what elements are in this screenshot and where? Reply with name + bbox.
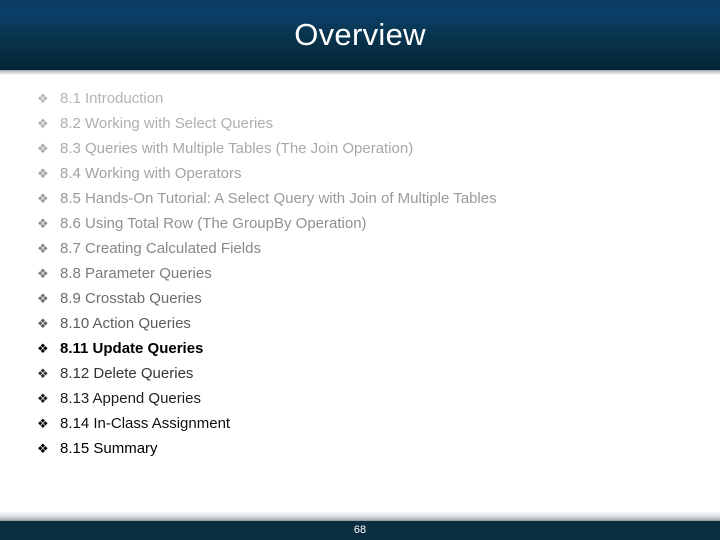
list-item-label: 8.3 Queries with Multiple Tables (The Jo… — [60, 140, 414, 157]
list-item-label: 8.15 Summary — [60, 440, 158, 457]
list-item-label: 8.10 Action Queries — [60, 315, 191, 332]
list-item-label: 8.9 Crosstab Queries — [60, 290, 202, 307]
list-item: ❖ 8.4 Working with Operators — [0, 161, 720, 186]
diamond-bullet-icon: ❖ — [37, 191, 49, 206]
slide-footer: 68 — [0, 521, 720, 540]
list-item-label: 8.6 Using Total Row (The GroupBy Operati… — [60, 215, 367, 232]
diamond-bullet-icon: ❖ — [37, 116, 49, 131]
list-item-label: 8.8 Parameter Queries — [60, 265, 212, 282]
list-item: ❖ 8.2 Working with Select Queries — [0, 111, 720, 136]
list-item-label: 8.11 Update Queries — [60, 340, 204, 357]
list-item-label: 8.12 Delete Queries — [60, 365, 194, 382]
list-item: ❖ 8.15 Summary — [0, 436, 720, 461]
diamond-bullet-icon: ❖ — [37, 216, 49, 231]
diamond-bullet-icon: ❖ — [37, 391, 49, 406]
list-item: ❖ 8.7 Creating Calculated Fields — [0, 236, 720, 261]
page-number: 68 — [353, 524, 367, 536]
slide-content: ❖ 8.1 Introduction ❖ 8.2 Working with Selec… — [0, 75, 720, 512]
list-item-label: 8.5 Hands-On Tutorial: A Select Query wi… — [60, 190, 497, 207]
list-item-label: 8.13 Append Queries — [60, 390, 201, 407]
list-item: ❖ 8.10 Action Queries — [0, 311, 720, 336]
list-item: ❖ 8.1 Introduction — [0, 86, 720, 111]
footer-divider — [0, 512, 720, 521]
list-item-label: 8.7 Creating Calculated Fields — [60, 240, 261, 257]
list-item-label: 8.1 Introduction — [60, 90, 164, 107]
diamond-bullet-icon: ❖ — [37, 416, 49, 431]
list-item: ❖ 8.12 Delete Queries — [0, 361, 720, 386]
diamond-bullet-icon: ❖ — [37, 91, 49, 106]
diamond-bullet-icon: ❖ — [37, 141, 49, 156]
diamond-bullet-icon: ❖ — [37, 441, 49, 456]
diamond-bullet-icon: ❖ — [37, 166, 49, 181]
list-item-label: 8.2 Working with Select Queries — [60, 115, 274, 132]
list-item: ❖ 8.11 Update Queries — [0, 336, 720, 361]
diamond-bullet-icon: ❖ — [37, 266, 49, 281]
list-item: ❖ 8.13 Append Queries — [0, 386, 720, 411]
page-title: Overview — [294, 16, 426, 52]
diamond-bullet-icon: ❖ — [37, 241, 49, 256]
list-item-label: 8.14 In-Class Assignment — [60, 415, 231, 432]
diamond-bullet-icon: ❖ — [37, 291, 49, 306]
diamond-bullet-icon: ❖ — [37, 341, 49, 356]
overview-bullet-list: ❖ 8.1 Introduction ❖ 8.2 Working with Selec… — [0, 86, 720, 461]
slide-header: Overview — [0, 0, 720, 70]
list-item: ❖ 8.3 Queries with Multiple Tables (The J… — [0, 136, 720, 161]
list-item: ❖ 8.6 Using Total Row (The GroupBy Operat… — [0, 211, 720, 236]
list-item-label: 8.4 Working with Operators — [60, 165, 242, 182]
list-item: ❖ 8.5 Hands-On Tutorial: A Select Query w… — [0, 186, 720, 211]
diamond-bullet-icon: ❖ — [37, 366, 49, 381]
list-item: ❖ 8.8 Parameter Queries — [0, 261, 720, 286]
list-item: ❖ 8.14 In-Class Assignment — [0, 411, 720, 436]
diamond-bullet-icon: ❖ — [37, 316, 49, 331]
list-item: ❖ 8.9 Crosstab Queries — [0, 286, 720, 311]
